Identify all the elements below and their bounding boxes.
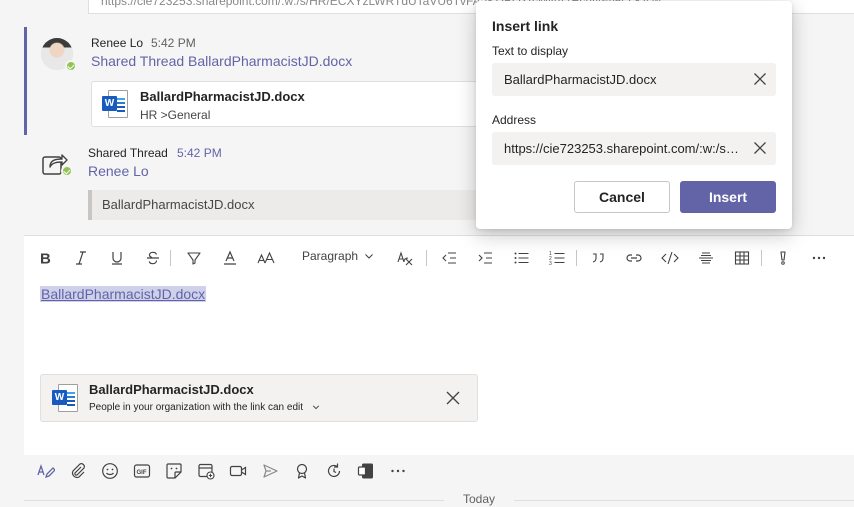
date-divider-label: Today [463, 492, 496, 506]
selected-link-text[interactable]: BallardPharmacistJD.docx [40, 286, 207, 302]
remove-attachment-icon[interactable] [446, 391, 460, 405]
strikethrough-icon[interactable] [142, 247, 164, 269]
stream-icon[interactable] [260, 461, 280, 481]
paragraph-label: Paragraph [302, 249, 359, 263]
message-author: Shared Thread [88, 146, 168, 160]
author-link[interactable]: Renee Lo [88, 163, 149, 179]
font-size-icon[interactable] [255, 247, 277, 269]
text-to-display-label: Text to display [492, 44, 569, 58]
schedule-meeting-icon[interactable] [196, 461, 216, 481]
address-field[interactable] [492, 132, 776, 165]
attachment-permission-text: People in your organization with the lin… [89, 402, 304, 413]
text-to-display-input[interactable] [492, 63, 742, 96]
more-apps-icon[interactable] [388, 461, 408, 481]
clear-text-icon[interactable] [752, 71, 768, 87]
quote-icon[interactable] [587, 247, 609, 269]
more-options-icon[interactable] [808, 247, 830, 269]
attachment-permission[interactable]: People in your organization with the lin… [89, 402, 320, 413]
attach-icon[interactable] [68, 461, 88, 481]
numbered-list-icon[interactable]: 123 [546, 247, 568, 269]
message-time[interactable]: 5:42 PM [177, 146, 222, 160]
decrease-indent-icon[interactable] [438, 247, 460, 269]
sticker-icon[interactable] [164, 461, 184, 481]
attachment-card[interactable]: W BallardPharmacistJD.docx People in you… [40, 374, 478, 422]
address-label: Address [492, 113, 537, 127]
message-author[interactable]: Renee Lo [91, 36, 143, 50]
file-name[interactable]: BallardPharmacistJD.docx [140, 89, 305, 104]
compose-actions-bar: GIF [24, 458, 424, 484]
attachment-file-name[interactable]: BallardPharmacistJD.docx [89, 382, 254, 397]
file-card[interactable]: W BallardPharmacistJD.docx HR >General [91, 81, 511, 127]
font-color-icon[interactable] [219, 247, 241, 269]
svg-text:B: B [40, 251, 51, 267]
praise-icon[interactable] [292, 461, 312, 481]
underline-icon[interactable] [106, 247, 128, 269]
message-time: 5:42 PM [151, 36, 196, 50]
presence-available-icon [65, 60, 77, 72]
presence-available-icon [61, 165, 73, 177]
svg-text:3: 3 [549, 261, 552, 266]
increase-indent-icon[interactable] [474, 247, 496, 269]
dialog-title: Insert link [492, 18, 559, 34]
horizontal-rule-icon[interactable] [695, 247, 717, 269]
table-icon[interactable] [731, 247, 753, 269]
clear-address-icon[interactable] [752, 140, 768, 156]
link-icon[interactable] [623, 247, 645, 269]
formatting-toolbar: B Paragraph 1 2 3 [24, 236, 854, 278]
divider-line [514, 500, 854, 501]
shifts-icon[interactable] [356, 461, 376, 481]
address-input[interactable] [492, 132, 742, 165]
insert-button[interactable]: Insert [680, 181, 776, 213]
paragraph-dropdown[interactable]: Paragraph [302, 249, 374, 263]
italic-icon[interactable] [70, 247, 92, 269]
code-icon[interactable] [659, 247, 681, 269]
meet-now-icon[interactable] [228, 461, 248, 481]
important-icon[interactable] [772, 247, 794, 269]
svg-text:GIF: GIF [137, 470, 147, 476]
file-location: HR >General [140, 108, 211, 122]
insert-link-dialog: Insert link Text to display Address Canc… [476, 1, 792, 229]
emoji-icon[interactable] [100, 461, 120, 481]
avatar[interactable] [41, 38, 77, 72]
divider-line [24, 500, 444, 501]
quoted-message[interactable]: BallardPharmacistJD.docx [88, 190, 508, 220]
format-icon[interactable] [36, 461, 56, 481]
gif-icon[interactable]: GIF [132, 461, 152, 481]
message-composer[interactable]: B Paragraph 1 2 3 BallardPharmacistJD.do… [24, 235, 854, 455]
word-file-icon: W [102, 90, 128, 118]
clear-formatting-icon[interactable] [395, 247, 417, 269]
loop-icon[interactable] [324, 461, 344, 481]
highlight-icon[interactable] [183, 247, 205, 269]
text-to-display-field[interactable] [492, 63, 776, 96]
chevron-down-icon [312, 405, 319, 410]
bold-icon[interactable]: B [34, 247, 56, 269]
cancel-button[interactable]: Cancel [574, 181, 670, 213]
bulleted-list-icon[interactable] [510, 247, 532, 269]
word-file-icon: W [52, 384, 78, 412]
chevron-down-icon [365, 254, 373, 259]
shared-thread-link[interactable]: Shared Thread BallardPharmacistJD.docx [91, 53, 352, 69]
